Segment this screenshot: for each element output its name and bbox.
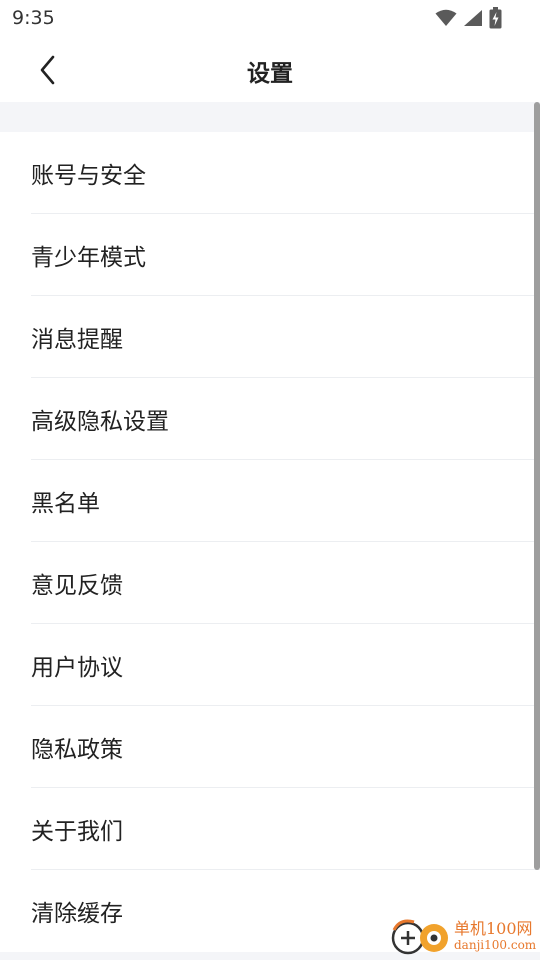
settings-item-user-agreement[interactable]: 用户协议 [0,624,540,706]
settings-item-about-us[interactable]: 关于我们 [0,788,540,870]
status-bar: 9:35 [0,0,540,36]
watermark-logo-icon [388,916,450,956]
watermark-text: 单机100网 danji100.com [454,919,537,953]
status-icons [435,7,502,29]
settings-item-label: 关于我们 [31,819,123,845]
watermark: 单机100网 danji100.com [388,914,538,958]
settings-item-notifications[interactable]: 消息提醒 [0,296,540,378]
settings-item-label: 账号与安全 [31,163,146,189]
settings-item-label: 意见反馈 [31,573,123,599]
settings-item-label: 用户协议 [31,655,123,681]
settings-item-feedback[interactable]: 意见反馈 [0,542,540,624]
battery-charging-icon [489,7,502,29]
settings-item-blacklist[interactable]: 黑名单 [0,460,540,542]
settings-item-label: 高级隐私设置 [31,409,169,435]
settings-item-label: 隐私政策 [31,737,123,763]
wifi-icon [435,9,457,26]
settings-item-account-security[interactable]: 账号与安全 [0,132,540,214]
status-time: 9:35 [12,7,55,29]
section-spacer [0,102,540,132]
settings-item-label: 清除缓存 [31,901,123,927]
settings-item-advanced-privacy[interactable]: 高级隐私设置 [0,378,540,460]
page-title: 设置 [247,61,293,87]
settings-item-label: 青少年模式 [31,245,146,271]
settings-item-privacy-policy[interactable]: 隐私政策 [0,706,540,788]
app-bar: 设置 [0,36,540,102]
settings-item-teen-mode[interactable]: 青少年模式 [0,214,540,296]
cellular-signal-icon [464,10,482,26]
settings-item-label: 消息提醒 [31,327,123,353]
settings-list: 账号与安全 青少年模式 消息提醒 高级隐私设置 黑名单 意见反馈 用户协议 隐私… [0,132,540,952]
watermark-subtitle: danji100.com [454,938,537,952]
scrollbar[interactable] [534,102,540,870]
watermark-title: 单机100网 [454,919,533,938]
settings-item-label: 黑名单 [31,491,100,517]
